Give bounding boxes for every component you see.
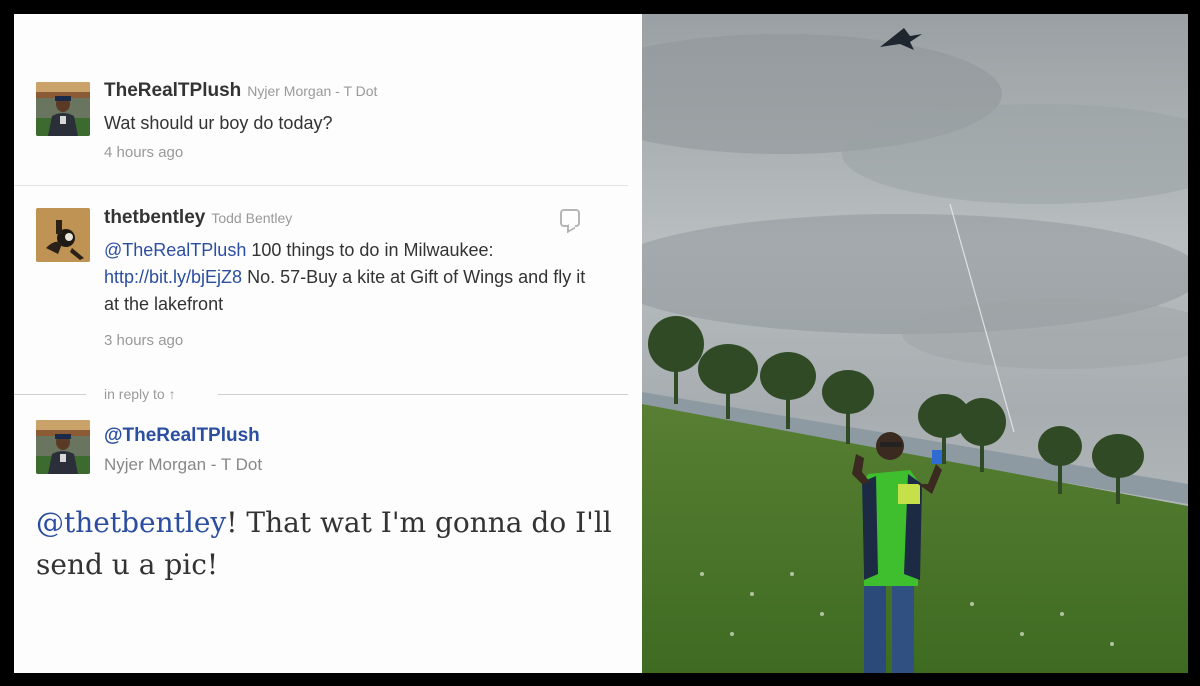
tweet-2-link[interactable]: http://bit.ly/bjEjZ8 (104, 267, 242, 287)
avatar-thetbentley[interactable] (36, 208, 90, 262)
avatar-therealtplush[interactable] (36, 82, 90, 136)
tweet-1-timestamp[interactable]: 4 hours ago (104, 144, 183, 161)
frame: TheRealTPlush Nyjer Morgan - T Dot Wat sh… (0, 0, 1200, 686)
tweet-2-screen-name[interactable]: thetbentley (104, 207, 205, 228)
reply-icon[interactable] (560, 209, 580, 227)
focus-tweet-text: @thetbentley! That wat I'm gonna do I'll… (36, 502, 626, 586)
tweet-2-text: @TheRealTPlush 100 things to do in Milwa… (104, 237, 604, 318)
focus-tweet-screen-name[interactable]: @TheRealTPlush (104, 425, 260, 447)
focus-tweet-real-name: Nyjer Morgan - T Dot (104, 455, 263, 474)
tweet-1-screen-name[interactable]: TheRealTPlush (104, 80, 241, 101)
tweet-1-real-name: Nyjer Morgan - T Dot (247, 83, 378, 99)
in-reply-to-row: in reply to ↑ (14, 386, 642, 402)
tweet-panel: TheRealTPlush Nyjer Morgan - T Dot Wat sh… (14, 14, 642, 673)
tweet-divider (14, 185, 628, 186)
tweet-2-real-name: Todd Bentley (211, 210, 293, 226)
reply-divider-left (14, 394, 86, 395)
tweet-2-mention[interactable]: @TheRealTPlush (104, 240, 246, 260)
tweet-2-timestamp[interactable]: 3 hours ago (104, 332, 183, 349)
in-reply-to-label[interactable]: in reply to ↑ (104, 386, 176, 402)
reply-divider-right (218, 394, 628, 395)
tweet-2-text-part-1: 100 things to do in Milwaukee: (246, 240, 494, 260)
tweet-1-text: Wat should ur boy do today? (104, 113, 333, 133)
focus-tweet-mention[interactable]: @thetbentley (36, 506, 226, 539)
kite-photo (642, 14, 1188, 673)
avatar-focus-therealtplush[interactable] (36, 420, 90, 474)
